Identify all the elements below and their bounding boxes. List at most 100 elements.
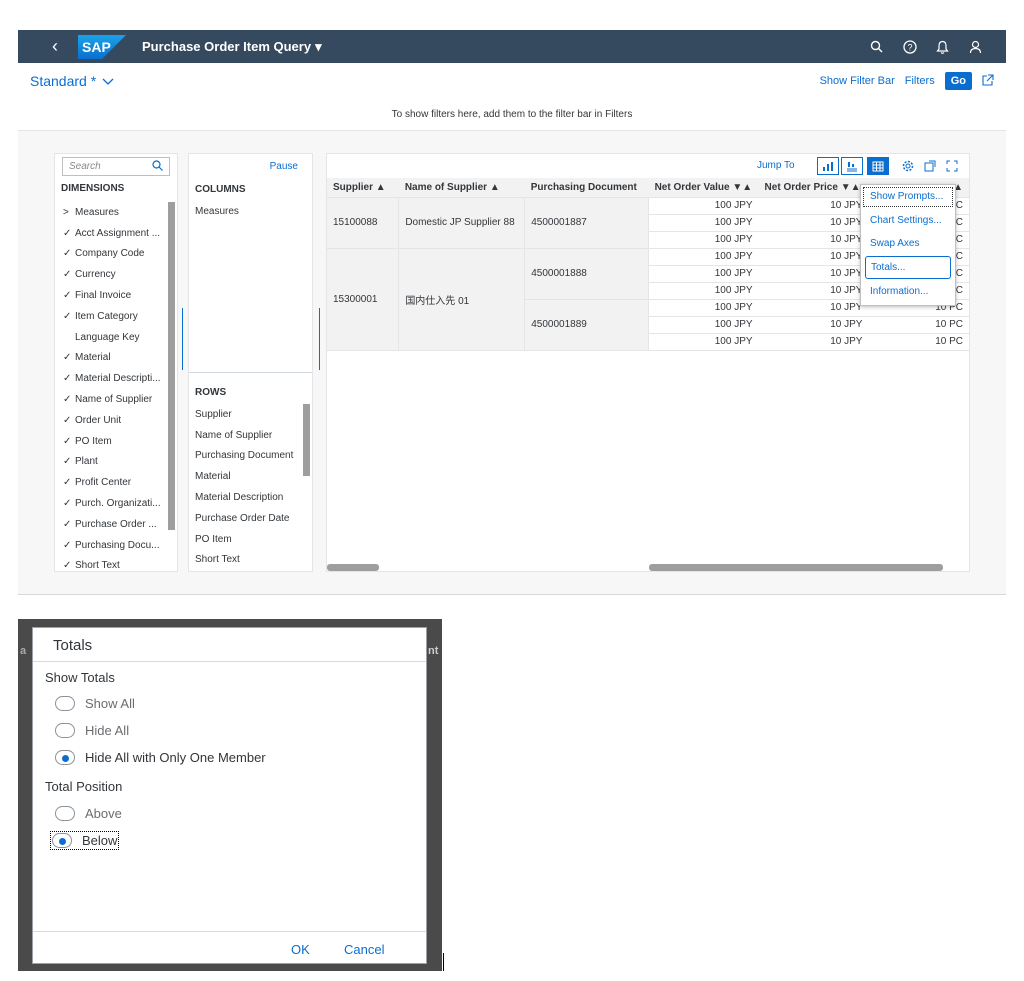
dimension-item[interactable]: ✓ Acct Assignment ... <box>55 223 169 244</box>
ok-button[interactable]: OK <box>291 942 310 957</box>
search-icon[interactable] <box>860 30 893 63</box>
menu-item-totals[interactable]: Totals... <box>865 255 951 280</box>
radio-circle[interactable] <box>55 696 75 711</box>
dimension-item[interactable]: ✓ Currency <box>55 264 169 285</box>
panel-divider[interactable] <box>189 372 312 376</box>
purchasing-document-cell[interactable]: 4500001888 <box>524 248 650 300</box>
filters-button[interactable]: Filters <box>905 75 935 87</box>
dimension-item[interactable]: ✓ Short Text <box>55 556 169 572</box>
background-text-fragment: a <box>20 645 27 657</box>
menu-item-show-prompts[interactable]: Show Prompts... <box>861 185 955 209</box>
dimension-item[interactable]: Language Key <box>55 327 169 348</box>
checkmark-icon: ✓ <box>63 290 72 302</box>
radio-show-all[interactable]: Show All <box>55 696 135 711</box>
column-header-net-order-price[interactable]: Net Order Price ▼▲ <box>758 178 869 198</box>
dimension-item[interactable]: > Measures <box>55 202 169 223</box>
rows-item[interactable]: Short Text <box>189 550 307 571</box>
checkmark-icon: ✓ <box>63 227 72 239</box>
dimension-label: Order Unit <box>75 414 122 426</box>
rows-scrollbar[interactable] <box>303 404 310 476</box>
horizontal-scrollbar-left[interactable] <box>327 564 379 571</box>
user-icon[interactable] <box>959 30 992 63</box>
pause-button[interactable]: Pause <box>270 161 298 172</box>
radio-circle[interactable] <box>55 806 75 821</box>
radio-above[interactable]: Above <box>55 806 122 821</box>
dimension-item[interactable]: ✓ Profit Center <box>55 472 169 493</box>
sap-logo[interactable]: SAP <box>78 34 126 59</box>
dimension-item[interactable]: ✓ PO Item <box>55 431 169 452</box>
menu-item-information[interactable]: Information... <box>861 279 955 303</box>
supplier-cell[interactable]: 15100088 <box>327 197 400 249</box>
rows-item[interactable]: PO Item <box>189 529 307 550</box>
total-position-label: Total Position <box>45 779 123 794</box>
menu-item-chart-settings[interactable]: Chart Settings... <box>861 209 955 233</box>
radio-hide-all[interactable]: Hide All <box>55 723 129 738</box>
rows-item[interactable]: Name of Supplier <box>189 425 307 446</box>
dimension-item[interactable]: ✓ Name of Supplier <box>55 389 169 410</box>
radio-below[interactable]: Below <box>49 831 120 850</box>
sap-logo-text: SAP <box>82 39 111 55</box>
column-header-name-of-supplier[interactable]: Name of Supplier ▲ <box>398 178 525 198</box>
checkmark-icon: ✓ <box>63 435 72 447</box>
horizontal-scrollbar-right[interactable] <box>649 564 943 571</box>
radio-hide-all-one-member[interactable]: Hide All with Only One Member <box>55 750 266 765</box>
supplier-cell[interactable]: 15300001 <box>327 248 400 351</box>
dimension-label: Short Text <box>75 560 120 572</box>
radio-circle-selected[interactable] <box>55 750 75 765</box>
search-icon[interactable] <box>152 159 163 174</box>
gear-icon[interactable] <box>897 157 919 175</box>
dimension-item[interactable]: ✓ Item Category <box>55 306 169 327</box>
bar-chart-icon[interactable] <box>817 157 839 175</box>
dimension-search-input[interactable]: Search <box>62 157 170 176</box>
menu-item-swap-axes[interactable]: Swap Axes <box>861 232 955 256</box>
radio-circle[interactable] <box>55 723 75 738</box>
go-button[interactable]: Go <box>944 72 972 90</box>
dimensions-scrollbar[interactable] <box>168 202 175 530</box>
rows-item[interactable]: Material <box>189 466 307 487</box>
column-header-supplier[interactable]: Supplier ▲ <box>327 178 399 198</box>
supplier-name-cell[interactable]: 国内仕入先 01 <box>398 248 526 351</box>
show-filter-bar-button[interactable]: Show Filter Bar <box>820 75 895 87</box>
rows-item[interactable]: Supplier <box>189 404 307 425</box>
dimension-item[interactable]: ✓ Final Invoice <box>55 285 169 306</box>
dimension-item[interactable]: ✓ Order Unit <box>55 410 169 431</box>
bell-icon[interactable] <box>926 30 959 63</box>
net-order-value-cell: 100 JPY <box>648 214 759 232</box>
cancel-button[interactable]: Cancel <box>344 942 384 957</box>
variant-selector[interactable]: Standard * <box>30 73 114 89</box>
fullscreen-icon[interactable] <box>941 157 963 175</box>
dimension-item[interactable]: ✓ Company Code <box>55 244 169 265</box>
columns-item[interactable]: Measures <box>195 206 239 217</box>
dimension-item[interactable]: ✓ Purchase Order ... <box>55 514 169 535</box>
table-view-icon[interactable] <box>867 157 889 175</box>
share-icon[interactable] <box>982 73 994 89</box>
search-placeholder: Search <box>69 161 101 172</box>
jump-to-link[interactable]: Jump To <box>757 160 795 171</box>
back-icon[interactable]: ‹ <box>40 36 70 57</box>
purchasing-document-cell[interactable]: 4500001887 <box>524 197 650 249</box>
net-order-value-cell: 100 JPY <box>648 282 759 300</box>
export-icon[interactable] <box>919 157 941 175</box>
dimension-item[interactable]: ✓ Purch. Organizati... <box>55 493 169 514</box>
help-icon[interactable]: ? <box>893 30 926 63</box>
purchasing-document-cell[interactable]: 4500001889 <box>524 299 650 351</box>
checkmark-icon: ✓ <box>63 518 72 530</box>
net-order-value-cell: 100 JPY <box>648 333 759 351</box>
radio-circle-selected[interactable] <box>52 833 72 848</box>
dimension-item[interactable]: ✓ Material Descripti... <box>55 368 169 389</box>
dimension-item[interactable]: ✓ Material <box>55 348 169 369</box>
dimension-label: Material <box>75 352 111 364</box>
dimension-item[interactable]: ✓ Plant <box>55 452 169 473</box>
column-header-purchasing-document[interactable]: Purchasing Document <box>524 178 649 198</box>
supplier-name-cell[interactable]: Domestic JP Supplier 88 <box>398 197 526 249</box>
column-header-net-order-value[interactable]: Net Order Value ▼▲ <box>648 178 759 198</box>
splitter-handle[interactable] <box>319 308 320 370</box>
rows-item[interactable]: Purchase Order Date <box>189 508 307 529</box>
splitter-handle[interactable] <box>182 308 183 370</box>
chart-table-icon[interactable] <box>841 157 863 175</box>
text-cursor <box>443 953 444 971</box>
rows-item[interactable]: Material Description <box>189 487 307 508</box>
rows-item[interactable]: Purchasing Document <box>189 446 307 467</box>
dimension-item[interactable]: ✓ Purchasing Docu... <box>55 535 169 556</box>
app-title-menu[interactable]: Purchase Order Item Query ▾ <box>142 39 322 55</box>
